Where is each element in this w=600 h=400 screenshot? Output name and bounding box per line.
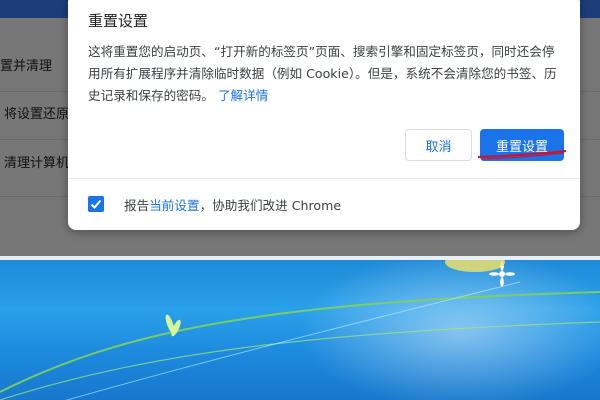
settings-item-label: 将设置还原 — [4, 107, 70, 122]
report-suffix: ，协助我们改进 Chrome — [199, 198, 342, 213]
checkmark-icon — [90, 199, 102, 209]
report-settings-checkbox[interactable] — [88, 196, 104, 212]
reset-settings-dialog: 重置设置 这将重置您的启动页、“打开新的标签页”页面、搜索引擎和固定标签页，同时… — [68, 0, 580, 230]
dialog-description-text: 这将重置您的启动页、“打开新的标签页”页面、搜索引擎和固定标签页，同时还会停用所… — [88, 44, 557, 103]
current-settings-link[interactable]: 当前设置 — [149, 198, 199, 213]
report-prefix: 报告 — [124, 198, 150, 213]
dialog-title: 重置设置 — [88, 12, 149, 30]
settings-item-label: 置并清理 — [0, 59, 53, 74]
settings-item-clean-up-computer[interactable]: 清理计算机 — [0, 142, 75, 186]
wallpaper-decoration-icon — [0, 260, 600, 400]
desktop-wallpaper — [0, 260, 600, 400]
cancel-button[interactable]: 取消 — [405, 129, 472, 161]
dialog-description: 这将重置您的启动页、“打开新的标签页”页面、搜索引擎和固定标签页，同时还会停用所… — [88, 41, 558, 107]
settings-item-reset-and-cleanup[interactable]: 置并清理 — [0, 45, 75, 89]
learn-more-link[interactable]: 了解详情 — [218, 88, 268, 103]
settings-item-restore-defaults[interactable]: 将设置还原 — [0, 93, 75, 137]
report-settings-label: 报告当前设置，协助我们改进 Chrome — [124, 195, 341, 214]
dialog-divider — [68, 178, 580, 179]
settings-item-label: 清理计算机 — [4, 156, 70, 171]
reset-settings-button[interactable]: 重置设置 — [480, 129, 564, 161]
